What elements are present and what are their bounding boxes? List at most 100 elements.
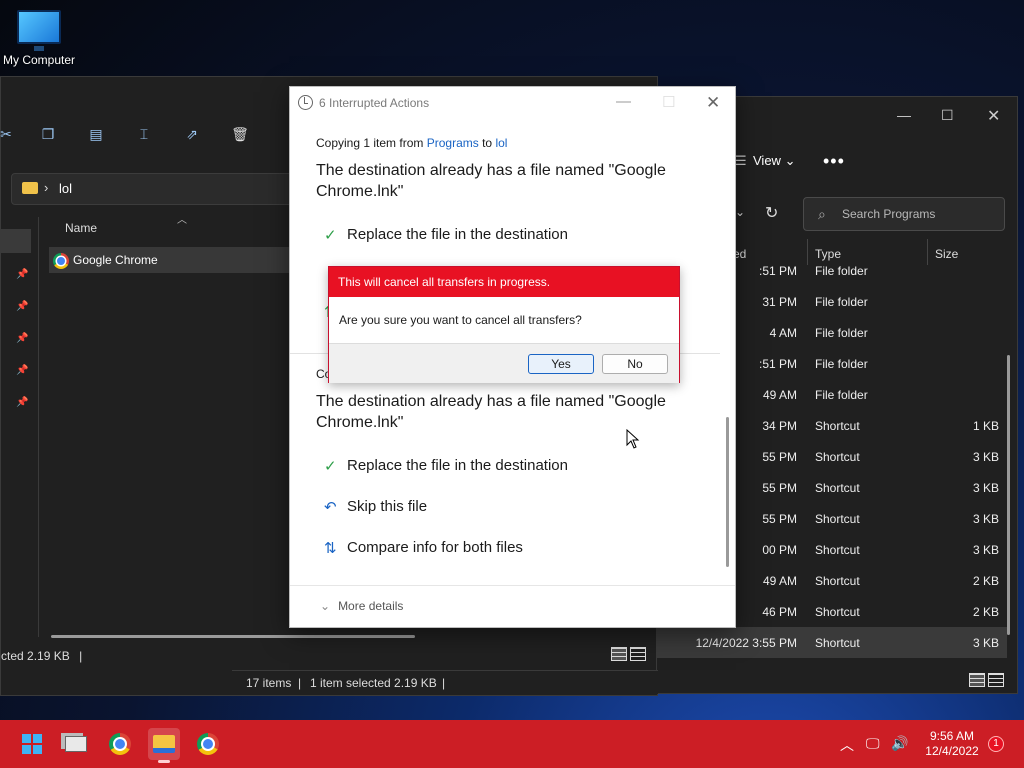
desktop-icon-my-computer[interactable]: My Computer — [0, 8, 78, 67]
status-bar: 17 items | 1 item selected 2.19 KB | — [232, 670, 658, 694]
cell-type: Shortcut — [815, 636, 860, 650]
clock-icon — [298, 95, 313, 110]
pin-icon[interactable]: 📌 — [16, 269, 28, 280]
cell-size: 2 KB — [972, 574, 999, 588]
rename-icon[interactable]: ⌶ — [135, 125, 153, 143]
file-name: Google Chrome — [73, 253, 158, 267]
volume-icon[interactable]: 🔊 — [891, 735, 908, 752]
search-box[interactable]: ⌕ — [803, 197, 1005, 231]
close-icon[interactable]: ✕ — [987, 106, 1000, 126]
compare-icon: ⇅ — [324, 540, 337, 557]
no-button[interactable]: No — [602, 354, 668, 374]
horizontal-scrollbar[interactable] — [51, 635, 415, 638]
more-details-toggle[interactable]: ⌄ More details — [320, 599, 403, 613]
refresh-icon[interactable]: ↻ — [765, 203, 778, 223]
cell-type: File folder — [815, 388, 868, 402]
paste-icon[interactable]: ▤ — [87, 125, 105, 143]
view-menu-button[interactable]: View ⌄ — [753, 153, 795, 169]
taskbar-chrome-2[interactable] — [192, 728, 224, 760]
view-toggle — [611, 647, 651, 667]
mouse-cursor-icon — [626, 429, 640, 449]
delete-icon[interactable]: 🗑 — [231, 125, 249, 143]
cell-type: Shortcut — [815, 605, 860, 619]
pane-divider — [38, 217, 39, 637]
cell-date-modified: 34 PM — [762, 419, 797, 433]
chrome-icon — [53, 253, 69, 269]
taskbar-clock[interactable]: 9:56 AM 12/4/2022 — [918, 729, 986, 759]
cell-date-modified: 55 PM — [762, 450, 797, 464]
task-view-icon — [65, 736, 87, 752]
start-button[interactable] — [16, 728, 48, 760]
cell-type: Shortcut — [815, 419, 860, 433]
cut-icon[interactable]: ✂ — [0, 125, 15, 143]
pin-icon[interactable]: 📌 — [16, 397, 28, 408]
share-icon[interactable]: ⇗ — [183, 125, 201, 143]
tiles-view-icon[interactable] — [988, 673, 1004, 687]
cell-size: 1 KB — [972, 419, 999, 433]
sort-ascending-icon: ︿ — [177, 215, 187, 226]
nav-selected-item[interactable] — [1, 229, 31, 253]
status-selection: cted 2.19 KB | — [1, 649, 83, 663]
cell-type: Shortcut — [815, 543, 860, 557]
cell-size: 3 KB — [972, 636, 999, 650]
pin-icon[interactable]: 📌 — [16, 333, 28, 344]
conflict-message-2: The destination already has a file named… — [316, 393, 666, 431]
windows-logo-icon — [22, 734, 42, 754]
desktop-icon-label: My Computer — [2, 53, 76, 67]
cell-size: 3 KB — [972, 450, 999, 464]
cell-type: Shortcut — [815, 481, 860, 495]
pin-icon[interactable]: 📌 — [16, 301, 28, 312]
minimize-icon[interactable]: — — [897, 107, 911, 123]
navigation-pane: 📌 📌 📌 📌 📌 — [1, 217, 39, 647]
copy-icon[interactable]: ❐ — [39, 125, 57, 143]
search-input[interactable] — [842, 198, 1002, 230]
clock-date: 12/4/2022 — [925, 744, 979, 758]
view-icon: ☰ — [735, 153, 747, 168]
computer-icon — [17, 10, 61, 51]
cell-date-modified: 46 PM — [762, 605, 797, 619]
destination-folder-link[interactable]: lol — [495, 136, 507, 150]
chevron-up-icon[interactable]: ︿ — [840, 735, 854, 755]
taskbar-chrome[interactable] — [104, 728, 136, 760]
cell-date-modified: 31 PM — [762, 295, 797, 309]
details-view-icon[interactable] — [611, 647, 627, 661]
chevron-down-icon[interactable]: ⌄ — [735, 205, 745, 219]
confirm-header: This will cancel all transfers in progre… — [329, 267, 679, 297]
notification-badge[interactable]: 1 — [988, 736, 1004, 752]
cell-date-modified: 55 PM — [762, 481, 797, 495]
dialog-scrollbar[interactable] — [726, 417, 729, 567]
cell-date-modified: 49 AM — [762, 388, 797, 402]
taskbar-file-explorer[interactable] — [148, 728, 180, 763]
dialog-title: 6 Interrupted Actions — [319, 96, 430, 110]
cell-size: 2 KB — [972, 605, 999, 619]
vertical-scrollbar[interactable] — [1007, 355, 1010, 635]
network-icon[interactable]: 🖵 — [866, 735, 880, 752]
maximize-icon[interactable]: ☐ — [941, 107, 954, 124]
checkmark-icon: ✓ — [324, 458, 337, 475]
cell-size: 3 KB — [972, 543, 999, 557]
yes-button[interactable]: Yes — [528, 354, 594, 374]
close-icon[interactable]: ✕ — [706, 93, 720, 113]
cell-date-modified: 00 PM — [762, 543, 797, 557]
status-item-count: 17 items — [246, 676, 292, 690]
minimize-icon[interactable]: — — [616, 93, 631, 110]
details-view-icon[interactable] — [969, 673, 985, 687]
address-bar[interactable]: › lol — [11, 173, 301, 205]
pin-icon[interactable]: 📌 — [16, 365, 28, 376]
search-icon: ⌕ — [818, 206, 826, 222]
cell-type: File folder — [815, 357, 868, 371]
maximize-icon: ☐ — [662, 94, 676, 111]
more-options-icon[interactable]: ••• — [823, 151, 845, 172]
status-selection-info: 1 item selected 2.19 KB — [310, 676, 437, 690]
table-row[interactable]: 12/4/2022 3:55 PM Shortcut 3 KB — [657, 627, 1007, 658]
cell-type: Shortcut — [815, 512, 860, 526]
source-folder-link[interactable]: Programs — [427, 136, 479, 150]
task-view-button[interactable] — [60, 728, 92, 760]
undo-arrow-icon: ↶ — [324, 499, 337, 516]
tiles-view-icon[interactable] — [630, 647, 646, 661]
cell-date-modified: 55 PM — [762, 512, 797, 526]
column-header-name[interactable]: Name — [65, 221, 97, 235]
cell-type: Shortcut — [815, 450, 860, 464]
copy-description: Copying 1 item from Programs to lol — [316, 136, 508, 150]
file-explorer-icon — [153, 735, 175, 753]
